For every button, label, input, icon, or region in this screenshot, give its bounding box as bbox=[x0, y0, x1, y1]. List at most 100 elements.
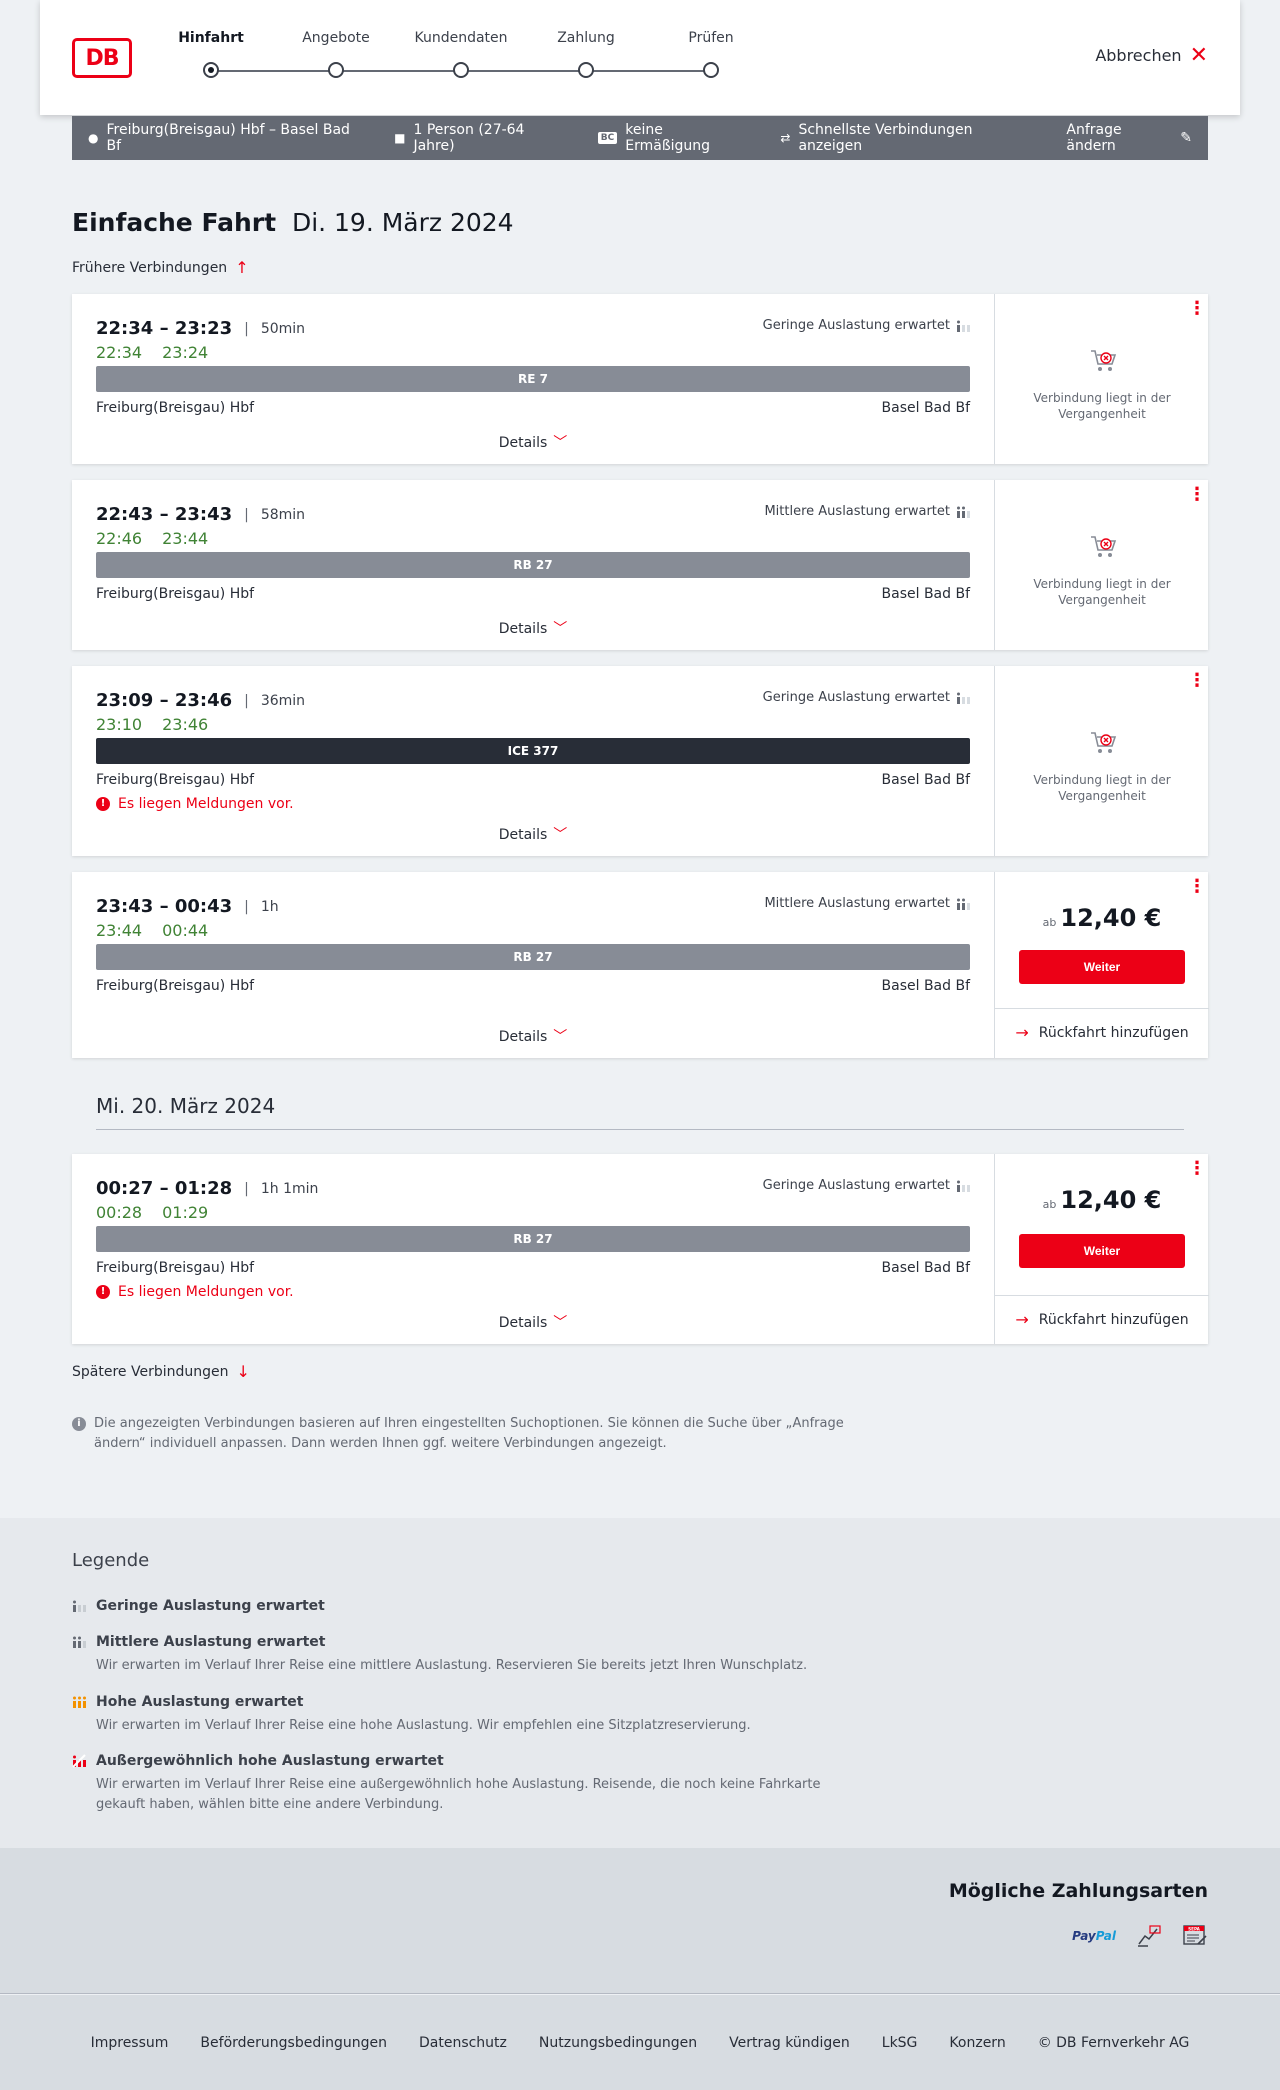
legend-item-medium: Mittlere Auslastung erwartet Wir erwarte… bbox=[72, 1634, 872, 1676]
continue-button[interactable]: Weiter bbox=[1019, 1234, 1185, 1268]
train-bar: RB 27 bbox=[96, 1226, 970, 1252]
destination-station: Basel Bad Bf bbox=[881, 400, 970, 416]
past-connection-note: Verbindung liegt in der Vergangenheit bbox=[1033, 577, 1171, 607]
realtime-times: 22:46 23:44 bbox=[96, 529, 209, 548]
more-options-icon[interactable]: ⋮ bbox=[1188, 878, 1206, 896]
search-summary-bar: ● Freiburg(Breisgau) Hbf – Basel Bad Bf ■… bbox=[72, 116, 1208, 160]
connection-main[interactable]: 22:34 – 23:23 | 50min 22:34 23:24 Geringe A… bbox=[72, 294, 994, 464]
edit-search-button[interactable]: Anfrage ändern ✎ bbox=[1066, 122, 1192, 154]
cancel-button[interactable]: Abbrechen ✕ bbox=[1095, 42, 1208, 68]
chevron-down-icon: ﹀ bbox=[553, 1029, 568, 1045]
earlier-connections-link[interactable]: Frühere Verbindungen ↑ bbox=[72, 258, 249, 277]
arrow-down-icon: ↓ bbox=[236, 1362, 250, 1381]
connection-main[interactable]: 00:27 – 01:28 | 1h 1min 00:28 01:29 Geringe… bbox=[72, 1154, 994, 1344]
cart-unavailable-icon bbox=[1091, 732, 1117, 753]
later-connections-link[interactable]: Spätere Verbindungen ↓ bbox=[72, 1362, 250, 1381]
search-info-note: i Die angezeigten Verbindungen basieren a… bbox=[72, 1414, 872, 1454]
connection-card-2: 22:43 – 23:43 | 58min 22:46 23:44 Mittlere … bbox=[72, 480, 1208, 650]
sepa-label: SEPA bbox=[1188, 1927, 1201, 1932]
payment-icons: PayPal SEPA bbox=[1072, 1924, 1208, 1948]
payment-title: Mögliche Zahlungsarten bbox=[948, 1880, 1208, 1902]
destination-station: Basel Bad Bf bbox=[881, 1260, 970, 1276]
footer-link-nutzungsbedingungen[interactable]: Nutzungsbedingungen bbox=[539, 2035, 697, 2051]
past-connection-note: Verbindung liegt in der Vergangenheit bbox=[1033, 773, 1171, 803]
legend-section: Legende Geringe Auslastung erwartet Mitt… bbox=[0, 1518, 1280, 1848]
price: ab 12,40 € bbox=[1042, 904, 1162, 932]
connection-card-1: 22:34 – 23:23 | 50min 22:34 23:24 Geringe A… bbox=[72, 294, 1208, 464]
step-dot bbox=[453, 62, 469, 78]
close-icon: ✕ bbox=[1189, 42, 1208, 68]
day-separator: Mi. 20. März 2024 bbox=[96, 1094, 1184, 1130]
price: ab 12,40 € bbox=[1042, 1186, 1162, 1214]
footer-link-vertrag-kuendigen[interactable]: Vertrag kündigen bbox=[729, 2035, 850, 2051]
connection-card-5: 00:27 – 01:28 | 1h 1min 00:28 01:29 Geringe… bbox=[72, 1154, 1209, 1344]
destination-station: Basel Bad Bf bbox=[881, 586, 970, 602]
connection-main[interactable]: 22:43 – 23:43 | 58min 22:46 23:44 Mittlere … bbox=[72, 480, 994, 650]
legend-item-very-high: Außergewöhnlich hohe Auslastung erwartet… bbox=[72, 1753, 872, 1815]
load-very-high-icon bbox=[72, 1754, 86, 1768]
realtime-times: 23:10 23:46 bbox=[96, 715, 209, 734]
details-toggle[interactable]: Details ﹀ bbox=[72, 618, 994, 638]
destination-station: Basel Bad Bf bbox=[881, 978, 970, 994]
footer-link-datenschutz[interactable]: Datenschutz bbox=[419, 2035, 507, 2051]
load-low-icon bbox=[957, 692, 970, 704]
step-hinfahrt[interactable]: Hinfahrt bbox=[156, 30, 266, 78]
step-pruefen: Prüfen bbox=[656, 30, 766, 78]
chevron-down-icon: ﹀ bbox=[553, 621, 568, 637]
traveller-summary: ■ 1 Person (27-64 Jahre) bbox=[394, 122, 525, 154]
more-options-icon[interactable]: ⋮ bbox=[1188, 300, 1206, 318]
origin-station: Freiburg(Breisgau) Hbf bbox=[96, 772, 255, 788]
payment-methods-section: Mögliche Zahlungsarten PayPal SEPA bbox=[0, 1848, 1280, 1994]
connection-main[interactable]: 23:09 – 23:46 | 36min 23:10 23:46 Geringe A… bbox=[72, 666, 994, 856]
footer-link-impressum[interactable]: Impressum bbox=[91, 2035, 169, 2051]
footer-link-lksg[interactable]: LkSG bbox=[882, 2035, 918, 2051]
alert-icon: ! bbox=[96, 797, 110, 811]
connection-offer-panel: ⋮ Verbindung liegt in der Vergangenheit bbox=[994, 666, 1208, 856]
train-bar: RB 27 bbox=[96, 944, 970, 970]
step-dot bbox=[203, 62, 219, 78]
train-bar: RE 7 bbox=[96, 366, 970, 392]
step-angebote: Angebote bbox=[281, 30, 391, 78]
service-message: ! Es liegen Meldungen vor. bbox=[96, 796, 294, 812]
chevron-down-icon: ﹀ bbox=[553, 435, 568, 451]
footer-link-befoerderungsbedingungen[interactable]: Beförderungsbedingungen bbox=[200, 2035, 387, 2051]
origin-station: Freiburg(Breisgau) Hbf bbox=[96, 1260, 255, 1276]
footer: Impressum Beförderungsbedingungen Datens… bbox=[0, 1995, 1280, 2090]
more-options-icon[interactable]: ⋮ bbox=[1188, 486, 1206, 504]
booking-stepper: Hinfahrt Angebote Kundendaten Zahlung Pr… bbox=[170, 30, 734, 90]
person-icon: ■ bbox=[394, 131, 406, 145]
more-options-icon[interactable]: ⋮ bbox=[1188, 1160, 1206, 1178]
bahncard-icon: BC bbox=[597, 132, 618, 144]
arrow-right-icon: → bbox=[1015, 1023, 1029, 1042]
load-high-icon bbox=[73, 1696, 86, 1708]
connection-main[interactable]: 23:43 – 00:43 | 1h 23:44 00:44 Mittlere Aus… bbox=[72, 872, 994, 1058]
add-return-trip-button[interactable]: → Rückfahrt hinzufügen bbox=[995, 1295, 1209, 1343]
load-indicator: Geringe Auslastung erwartet bbox=[763, 690, 970, 705]
arrow-up-icon: ↑ bbox=[235, 258, 249, 277]
db-logo[interactable]: DB bbox=[72, 38, 132, 78]
load-medium-icon bbox=[957, 898, 970, 910]
header: DB Hinfahrt Angebote Kundendaten Zahlung… bbox=[40, 0, 1240, 115]
load-indicator: Mittlere Auslastung erwartet bbox=[764, 896, 970, 911]
connection-offer-panel: ⋮ ab 12,40 € Weiter → Rückfahrt hinzufügen bbox=[994, 1154, 1209, 1344]
details-toggle[interactable]: Details ﹀ bbox=[72, 1312, 994, 1332]
step-dot bbox=[703, 62, 719, 78]
discount-summary: BC keine Ermäßigung bbox=[597, 122, 749, 154]
step-dot bbox=[328, 62, 344, 78]
add-return-trip-button[interactable]: → Rückfahrt hinzufügen bbox=[995, 1008, 1209, 1056]
continue-button[interactable]: Weiter bbox=[1019, 950, 1185, 984]
credit-card-hand-icon bbox=[1138, 1925, 1161, 1947]
more-options-icon[interactable]: ⋮ bbox=[1188, 672, 1206, 690]
train-bar: RB 27 bbox=[96, 552, 970, 578]
load-indicator: Mittlere Auslastung erwartet bbox=[764, 504, 970, 519]
cart-unavailable-icon bbox=[1091, 536, 1117, 557]
footer-link-konzern[interactable]: Konzern bbox=[949, 2035, 1005, 2051]
connection-offer-panel: ⋮ ab 12,40 € Weiter → Rückfahrt hinzufügen bbox=[994, 872, 1209, 1058]
details-toggle[interactable]: Details ﹀ bbox=[72, 1026, 994, 1046]
train-bar: ICE 377 bbox=[96, 738, 970, 764]
details-toggle[interactable]: Details ﹀ bbox=[72, 432, 994, 452]
destination-station: Basel Bad Bf bbox=[881, 772, 970, 788]
details-toggle[interactable]: Details ﹀ bbox=[72, 824, 994, 844]
realtime-times: 23:44 00:44 bbox=[96, 921, 209, 940]
load-low-icon bbox=[73, 1600, 86, 1612]
